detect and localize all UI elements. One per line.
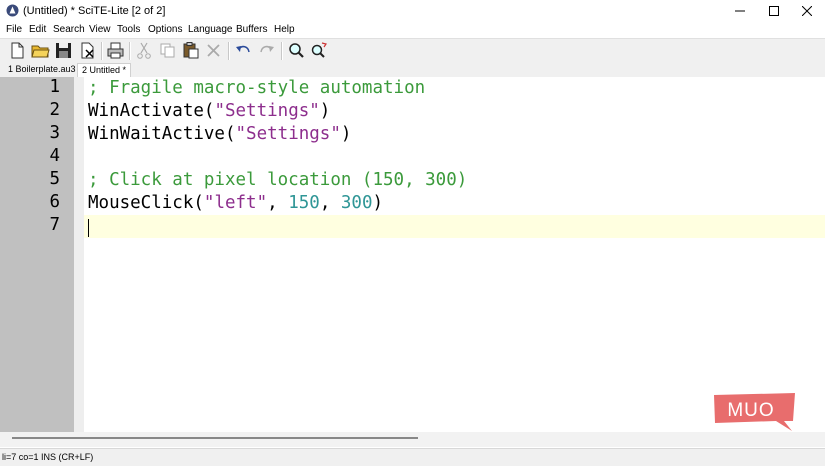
text-caret xyxy=(88,219,89,237)
code-token-comment: ; Click at pixel location (150, 300) xyxy=(88,170,468,190)
code-token-plain: WinWaitActive( xyxy=(88,124,236,144)
line-number: 7 xyxy=(49,215,60,235)
code-token-num: 300 xyxy=(340,193,373,213)
menu-edit[interactable]: Edit xyxy=(29,24,46,35)
maximize-icon xyxy=(769,6,779,16)
code-line[interactable]: WinWaitActive("Settings") xyxy=(88,123,351,146)
print-button[interactable] xyxy=(106,41,125,60)
cut-button[interactable] xyxy=(135,41,154,60)
toolbar-separator xyxy=(281,42,283,60)
code-token-plain: , xyxy=(319,193,341,213)
paste-icon xyxy=(183,42,199,59)
find-button[interactable] xyxy=(287,41,306,60)
menu-view[interactable]: View xyxy=(89,24,111,35)
watermark-text: MUO xyxy=(727,400,774,421)
redo-button[interactable] xyxy=(257,41,276,60)
status-text: li=7 co=1 INS (CR+LF) xyxy=(2,452,94,462)
save-icon xyxy=(56,43,71,58)
tab-untitled[interactable]: 2 Untitled * xyxy=(77,63,132,77)
line-number: 1 xyxy=(49,77,60,97)
code-token-num: 150 xyxy=(288,193,320,213)
copy-button[interactable] xyxy=(158,41,177,60)
cut-icon xyxy=(137,42,151,59)
replace-icon xyxy=(311,42,327,58)
undo-button[interactable] xyxy=(234,41,253,60)
find-icon xyxy=(289,43,304,58)
menu-options[interactable]: Options xyxy=(148,24,182,35)
code-token-comment: ; Fragile macro-style automation xyxy=(88,78,426,98)
title-bar: (Untitled) * SciTE-Lite [2 of 2] xyxy=(0,0,825,23)
maximize-button[interactable] xyxy=(757,0,791,22)
fold-margin[interactable] xyxy=(74,77,84,432)
code-line[interactable]: MouseClick("left", 150, 300) xyxy=(88,192,383,215)
code-token-string: "Settings" xyxy=(235,124,341,144)
code-token-plain: ) xyxy=(340,124,352,144)
line-number: 4 xyxy=(49,146,60,166)
delete-button[interactable] xyxy=(204,41,223,60)
close-file-button[interactable] xyxy=(78,41,97,60)
menu-search[interactable]: Search xyxy=(53,24,85,35)
status-bar: li=7 co=1 INS (CR+LF) xyxy=(0,448,825,466)
toolbar-separator xyxy=(101,42,103,60)
menu-bar: File Edit Search View Tools Options Lang… xyxy=(0,22,825,38)
code-area[interactable]: ; Fragile macro-style automation WinActiv… xyxy=(84,77,825,432)
window-title: (Untitled) * SciTE-Lite [2 of 2] xyxy=(23,5,166,17)
redo-icon xyxy=(260,45,274,53)
replace-button[interactable] xyxy=(310,41,329,60)
line-number-margin: 1 2 3 4 5 6 7 xyxy=(0,77,74,432)
muo-watermark-logo: MUO xyxy=(714,393,795,431)
editor[interactable]: 1 2 3 4 5 6 7 ; Fragile macro-style auto… xyxy=(0,77,825,432)
close-icon xyxy=(802,6,812,16)
code-token-string: "Settings" xyxy=(214,101,320,121)
line-number: 3 xyxy=(49,123,60,143)
toolbar-separator xyxy=(129,42,131,60)
line-number: 2 xyxy=(49,100,60,120)
scrollbar-thumb[interactable] xyxy=(12,437,418,439)
undo-icon xyxy=(236,45,250,53)
code-line[interactable]: WinActivate("Settings") xyxy=(88,100,330,123)
tab-bar: 1 Boilerplate.au3 2 Untitled * xyxy=(0,63,825,77)
tab-boilerplate[interactable]: 1 Boilerplate.au3 xyxy=(4,63,80,77)
delete-icon xyxy=(207,44,220,57)
current-line-highlight xyxy=(84,215,825,238)
save-button[interactable] xyxy=(54,41,73,60)
code-token-plain: ) xyxy=(372,193,384,213)
menu-help[interactable]: Help xyxy=(274,24,295,35)
close-window-button[interactable] xyxy=(790,0,824,22)
code-token-string: "left" xyxy=(203,193,268,213)
copy-icon xyxy=(160,43,175,58)
scite-app-icon xyxy=(6,4,19,17)
toolbar xyxy=(0,38,825,64)
close-file-icon xyxy=(81,42,94,59)
horizontal-scrollbar[interactable] xyxy=(0,432,825,447)
open-button[interactable] xyxy=(31,41,50,60)
menu-language[interactable]: Language xyxy=(188,24,233,35)
new-file-icon xyxy=(11,42,24,59)
line-number: 5 xyxy=(49,169,60,189)
code-token-plain: ) xyxy=(319,101,331,121)
line-number: 6 xyxy=(49,192,60,212)
new-file-button[interactable] xyxy=(8,41,27,60)
code-token-plain: , xyxy=(267,193,289,213)
menu-file[interactable]: File xyxy=(6,24,22,35)
paste-button[interactable] xyxy=(181,41,200,60)
minimize-icon xyxy=(735,10,745,12)
print-icon xyxy=(107,42,124,59)
toolbar-separator xyxy=(228,42,230,60)
menu-tools[interactable]: Tools xyxy=(117,24,140,35)
code-line[interactable]: ; Fragile macro-style automation xyxy=(88,77,425,100)
open-folder-icon xyxy=(31,45,50,58)
code-line[interactable]: ; Click at pixel location (150, 300) xyxy=(88,169,467,192)
menu-buffers[interactable]: Buffers xyxy=(236,24,268,35)
minimize-button[interactable] xyxy=(723,0,757,22)
code-token-plain: MouseClick( xyxy=(88,193,204,213)
code-token-plain: WinActivate( xyxy=(88,101,215,121)
